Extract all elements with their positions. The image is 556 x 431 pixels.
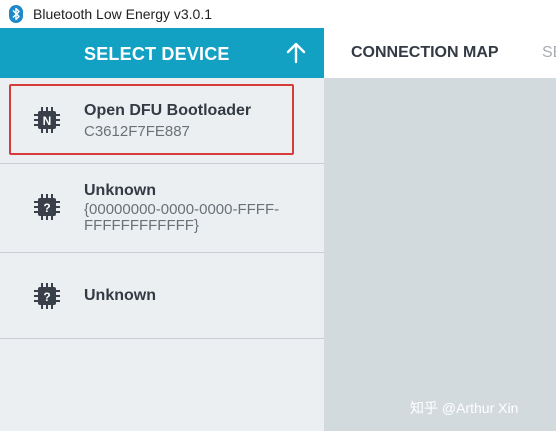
device-address: {00000000-0000-0000-FFFF-FFFFFFFFFFFF} [84, 201, 280, 234]
window-titlebar: Bluetooth Low Energy v3.0.1 [0, 0, 556, 28]
device-item-unknown[interactable]: ? Unknown {00000000-0000-0000-FFFF-FFFFF… [0, 164, 324, 253]
select-device-label: SELECT DEVICE [84, 44, 230, 64]
device-item-unknown[interactable]: ? Unknown [0, 253, 324, 339]
device-list: N Open DFU Bootloader C3612F7FE887 ? Unk… [0, 78, 324, 431]
bluetooth-icon [9, 5, 23, 23]
selection-highlight [9, 84, 294, 155]
device-name: Unknown [84, 182, 156, 199]
device-item-open-dfu-bootloader[interactable]: N Open DFU Bootloader C3612F7FE887 [0, 78, 324, 164]
unknown-chip-icon: ? [34, 283, 60, 309]
top-nav: CONNECTION MAP SE [324, 28, 556, 78]
tab-services[interactable]: SE [542, 44, 556, 62]
tab-connection-map[interactable]: CONNECTION MAP [351, 44, 499, 62]
unknown-chip-icon: ? [34, 194, 60, 220]
connection-map-canvas [324, 78, 556, 431]
select-device-header[interactable]: SELECT DEVICE [0, 28, 324, 78]
device-name: Unknown [84, 287, 156, 304]
watermark-text: 知乎 @Arthur Xin [410, 400, 519, 416]
chip-glyph: ? [43, 201, 50, 215]
chip-glyph: ? [43, 290, 50, 304]
window-title: Bluetooth Low Energy v3.0.1 [33, 6, 213, 22]
arrow-up-icon[interactable] [284, 41, 308, 65]
